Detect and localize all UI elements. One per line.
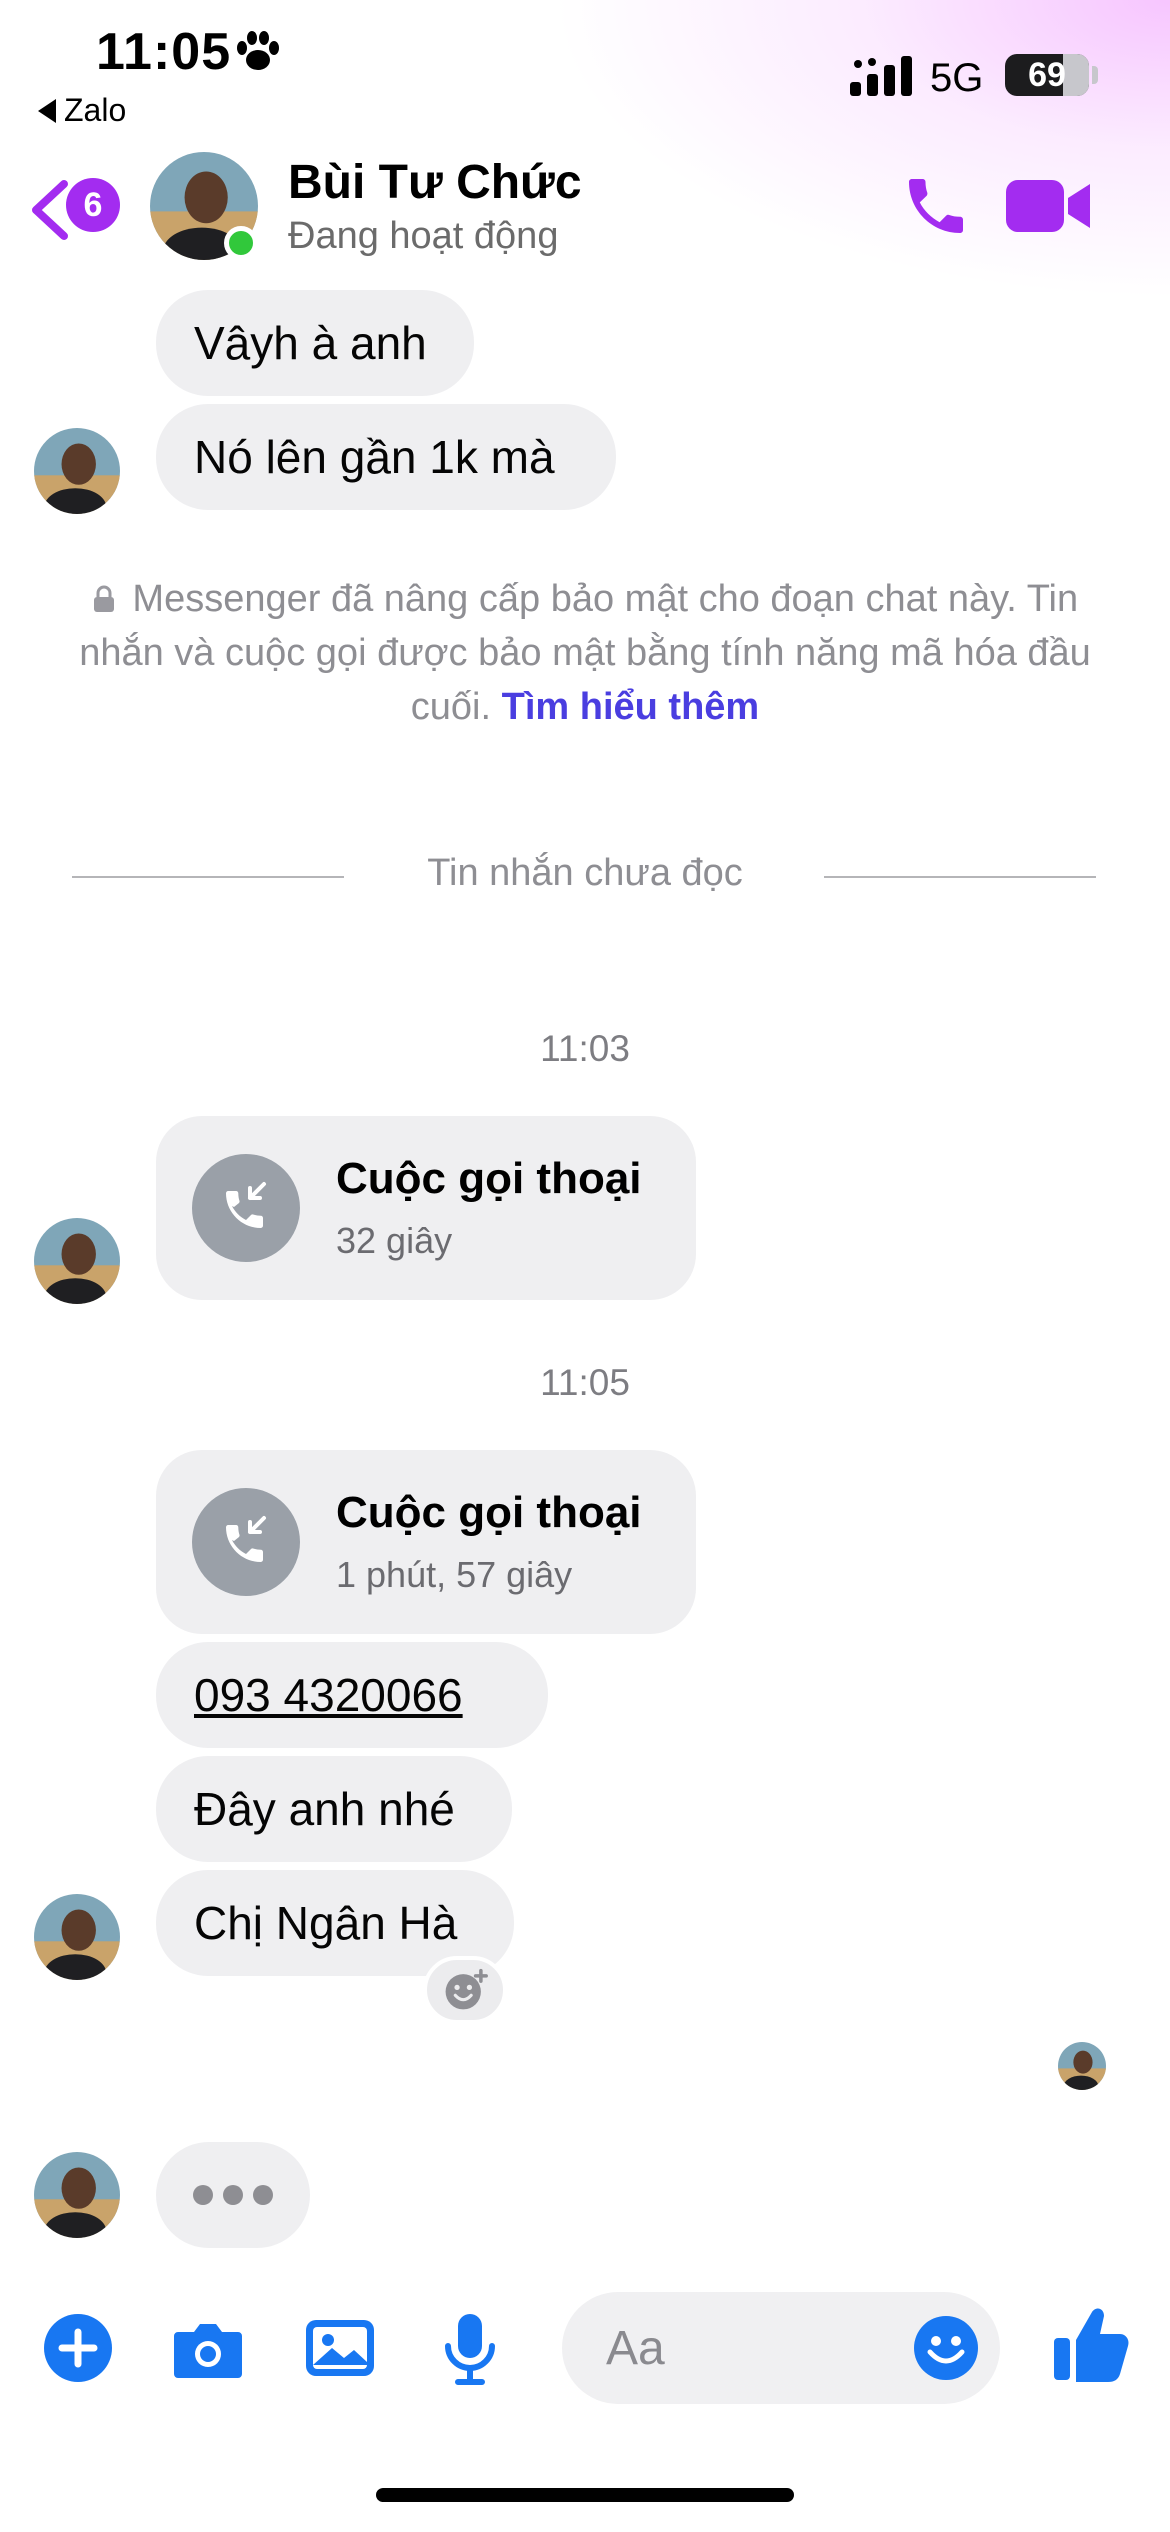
- back-app-label: Zalo: [64, 92, 127, 128]
- battery-icon: 69: [1005, 54, 1089, 96]
- learn-more-link[interactable]: Tìm hiểu thêm: [502, 686, 760, 728]
- message-input[interactable]: [606, 2292, 896, 2404]
- call-title: Cuộc gọi thoại: [336, 1154, 642, 1203]
- battery-level: 69: [1028, 55, 1066, 94]
- thumbs-up-icon[interactable]: [1052, 2304, 1130, 2384]
- message-text: Đây anh nhé: [194, 1783, 455, 1835]
- message-text: Vâyh à anh: [194, 317, 427, 369]
- emoji-icon[interactable]: [912, 2314, 980, 2382]
- message-composer[interactable]: [562, 2292, 1000, 2404]
- back-triangle-icon: [38, 98, 56, 123]
- timestamp: 11:05: [540, 1362, 630, 1403]
- battery-cap: [1092, 66, 1098, 84]
- encryption-notice: Messenger đã nâng cấp bảo mật cho đoạn c…: [70, 572, 1100, 734]
- typing-indicator: [156, 2142, 310, 2248]
- lock-icon: [93, 585, 114, 612]
- call-title: Cuộc gọi thoại: [336, 1488, 642, 1537]
- plus-button[interactable]: [40, 2310, 116, 2386]
- sender-avatar[interactable]: [34, 428, 120, 514]
- plus-circle-icon: [44, 2314, 112, 2382]
- camera-icon: [174, 2324, 242, 2378]
- contact-name[interactable]: Bùi Tư Chức: [288, 155, 582, 210]
- unread-badge[interactable]: 6: [66, 178, 120, 232]
- call-duration: 1 phút, 57 giây: [336, 1554, 573, 1595]
- typing-dot: [253, 2185, 273, 2205]
- unread-divider-label: Tin nhắn chưa đọc: [427, 852, 743, 894]
- paw-icon: [237, 31, 279, 70]
- add-reaction-button[interactable]: [423, 1956, 507, 2024]
- message-bubble[interactable]: Đây anh nhé: [156, 1756, 512, 1862]
- unread-divider-left: [72, 876, 344, 878]
- home-indicator: [376, 2488, 794, 2502]
- message-text: Nó lên gần 1k mà: [194, 431, 555, 483]
- network-label: 5G: [930, 56, 984, 100]
- unread-divider-right: [824, 876, 1096, 878]
- sender-avatar[interactable]: [34, 1218, 120, 1304]
- back-to-app[interactable]: Zalo: [38, 92, 126, 129]
- status-time: 11:05: [96, 23, 232, 81]
- message-bubble[interactable]: Nó lên gần 1k mà: [156, 404, 616, 510]
- image-icon: [306, 2320, 374, 2376]
- call-card[interactable]: Cuộc gọi thoại 32 giây: [156, 1116, 696, 1300]
- incoming-call-icon: [192, 1488, 300, 1596]
- contact-status: Đang hoạt động: [288, 215, 559, 257]
- incoming-call-icon: [192, 1154, 300, 1262]
- gallery-button[interactable]: [302, 2310, 378, 2386]
- message-bubble[interactable]: 093 4320066: [156, 1642, 548, 1748]
- header-gradient: [550, 0, 1170, 300]
- signal-icon: [850, 56, 912, 96]
- online-indicator: [224, 226, 258, 260]
- sender-avatar[interactable]: [34, 1894, 120, 1980]
- phone-number-link[interactable]: 093 4320066: [194, 1668, 463, 1722]
- video-call-icon[interactable]: [1006, 176, 1090, 236]
- call-card[interactable]: Cuộc gọi thoại 1 phút, 57 giây: [156, 1450, 696, 1634]
- typing-dot: [223, 2185, 243, 2205]
- message-bubble[interactable]: Vâyh à anh: [156, 290, 474, 396]
- battery-empty: [1062, 54, 1089, 96]
- emoji-add-icon: [445, 1968, 488, 2010]
- message-text: Chị Ngân Hà: [194, 1897, 458, 1949]
- voice-message-button[interactable]: [432, 2310, 508, 2386]
- call-duration: 32 giây: [336, 1220, 453, 1261]
- sender-avatar[interactable]: [34, 2152, 120, 2238]
- voice-call-icon[interactable]: [900, 170, 972, 242]
- typing-dot: [193, 2185, 213, 2205]
- camera-button[interactable]: [170, 2310, 246, 2386]
- seen-indicator-avatar: [1058, 2042, 1106, 2090]
- microphone-icon: [445, 2314, 495, 2385]
- timestamp: 11:03: [540, 1028, 630, 1069]
